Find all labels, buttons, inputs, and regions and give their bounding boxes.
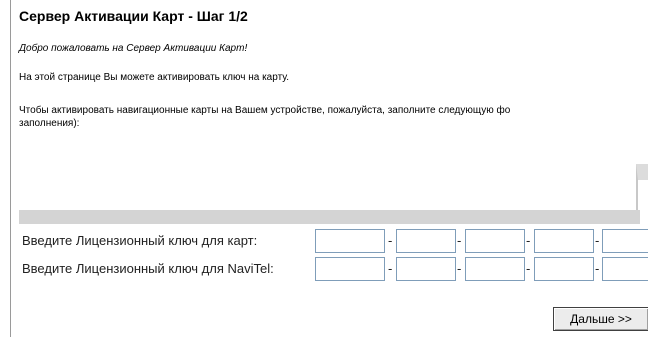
key-separator: - [457, 261, 462, 276]
key-separator: - [457, 233, 462, 248]
next-button[interactable]: Дальше >> [553, 307, 648, 331]
key-separator: - [388, 261, 393, 276]
maps-key-row: Введите Лицензионный ключ для карт: - - … [11, 229, 648, 255]
maps-key-part-5[interactable] [602, 229, 648, 253]
navitel-key-row: Введите Лицензионный ключ для NaviTel: -… [11, 257, 648, 283]
key-separator: - [595, 261, 600, 276]
maps-key-part-4[interactable] [534, 229, 594, 253]
instructions-text: Чтобы активировать навигационные карты н… [19, 104, 648, 130]
key-separator: - [595, 233, 600, 248]
navitel-key-part-1[interactable] [315, 257, 385, 281]
navitel-key-part-5[interactable] [602, 257, 648, 281]
navitel-key-part-4[interactable] [534, 257, 594, 281]
instructions-line-1: Чтобы активировать навигационные карты н… [19, 105, 511, 116]
maps-key-label: Введите Лицензионный ключ для карт: [22, 233, 258, 248]
intro-text: На этой странице Вы можете активировать … [19, 72, 290, 83]
welcome-text: Добро пожаловать на Сервер Активации Кар… [19, 43, 248, 54]
navitel-key-part-3[interactable] [465, 257, 525, 281]
key-separator: - [526, 261, 531, 276]
navitel-key-part-2[interactable] [396, 257, 456, 281]
navitel-key-label: Введите Лицензионный ключ для NaviTel: [22, 261, 274, 276]
activation-page: Сервер Активации Карт - Шаг 1/2 Добро по… [10, 0, 648, 337]
horizontal-scrollbar[interactable] [19, 210, 640, 224]
maps-key-part-2[interactable] [396, 229, 456, 253]
page-title: Сервер Активации Карт - Шаг 1/2 [19, 8, 248, 24]
maps-key-part-3[interactable] [465, 229, 525, 253]
instructions-line-2: заполнения): [19, 118, 80, 129]
maps-key-part-1[interactable] [315, 229, 385, 253]
key-separator: - [526, 233, 531, 248]
key-separator: - [388, 233, 393, 248]
